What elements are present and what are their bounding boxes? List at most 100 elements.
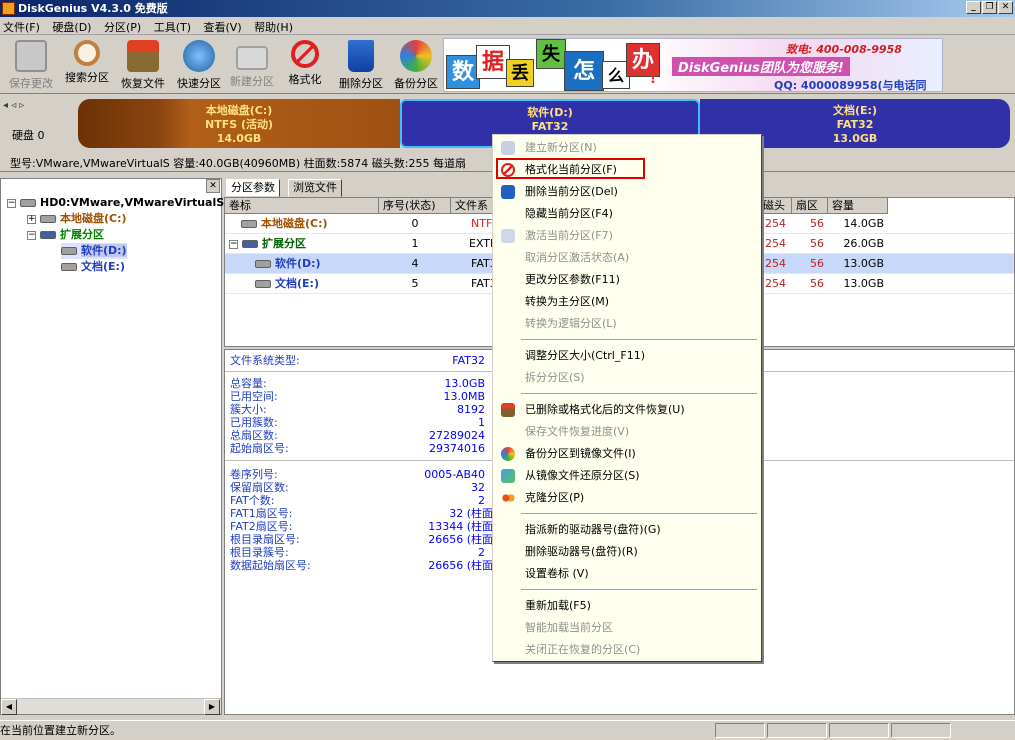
recover-box-icon	[501, 403, 515, 417]
format-button[interactable]: 格式化	[277, 40, 333, 92]
menu-item-convert-logical[interactable]: 转换为逻辑分区(L)	[495, 313, 759, 335]
menu-item-hide-partition[interactable]: 隐藏当前分区(F4)	[495, 203, 759, 225]
banner-char: 丢	[506, 59, 534, 87]
tree-item-extended[interactable]: − 扩展分区	[27, 227, 104, 243]
backup-partition-button[interactable]: 备份分区	[388, 40, 444, 92]
status-panel	[891, 723, 951, 738]
new-partition-button[interactable]: 新建分区	[224, 40, 280, 92]
quick-partition-button[interactable]: 快速分区	[171, 40, 227, 92]
banner-char: 据	[476, 45, 510, 79]
restore-button[interactable]: ❐	[982, 1, 997, 14]
save-changes-button[interactable]: 保存更改	[3, 40, 59, 92]
column-header-number[interactable]: 序号(状态)	[379, 198, 451, 214]
collapse-icon[interactable]: −	[7, 198, 16, 208]
banner-char: 怎	[564, 51, 604, 91]
tree-item-e[interactable]: 文档(E:)	[61, 259, 125, 275]
menu-item-split-partition[interactable]: 拆分分区(S)	[495, 367, 759, 389]
menu-separator	[521, 513, 757, 515]
ad-banner[interactable]: 数 据 丢 失 怎 么 办 ! DiskGenius团队为您服务! 致电: 40…	[443, 38, 943, 92]
minimize-button[interactable]: _	[966, 1, 981, 14]
delete-bin-icon	[348, 40, 374, 72]
tab-browse-files[interactable]: 浏览文件	[288, 179, 342, 197]
delete-partition-button[interactable]: 删除分区	[333, 40, 389, 92]
new-partition-icon	[236, 46, 268, 70]
new-partition-icon	[501, 141, 515, 155]
banner-team-text: DiskGenius团队为您服务!	[672, 57, 850, 76]
magnifier-icon	[74, 40, 100, 66]
scroll-left-icon[interactable]: ◀	[1, 699, 17, 715]
menu-view[interactable]: 查看(V)	[201, 17, 248, 35]
partition-icon	[40, 215, 56, 223]
menu-item-clone-partition[interactable]: 克隆分区(P)	[495, 487, 759, 509]
status-panel	[715, 723, 765, 738]
column-header-sectors[interactable]: 扇区	[792, 198, 828, 214]
status-text: 在当前位置建立新分区。	[0, 724, 121, 737]
menu-item-recover-files[interactable]: 已删除或格式化后的文件恢复(U)	[495, 399, 759, 421]
window-title: DiskGenius V4.3.0 免费版	[18, 2, 168, 15]
menu-item-delete-partition[interactable]: 删除当前分区(Del)	[495, 181, 759, 203]
expand-icon[interactable]: +	[27, 214, 36, 224]
recover-files-button[interactable]: 恢复文件	[115, 40, 171, 92]
partition-icon	[61, 247, 77, 255]
clone-icon	[501, 491, 515, 505]
column-header-heads[interactable]: 磁头	[759, 198, 792, 214]
banner-qq: QQ: 4000089958(与电话同号)	[774, 79, 927, 92]
menu-item-close-recovering[interactable]: 关闭正在恢复的分区(C)	[495, 639, 759, 661]
backup-icon	[400, 40, 432, 72]
column-header-label[interactable]: 卷标	[225, 198, 379, 214]
menu-item-change-params[interactable]: 更改分区参数(F11)	[495, 269, 759, 291]
tree-horizontal-scrollbar[interactable]: ◀ ▶	[1, 698, 221, 715]
menu-item-save-recovery-progress[interactable]: 保存文件恢复进度(V)	[495, 421, 759, 443]
column-header-capacity[interactable]: 容量	[828, 198, 888, 214]
disk-nav-arrows[interactable]: ◂ ◃ ▹	[3, 100, 73, 116]
menu-item-backup-to-image[interactable]: 备份分区到镜像文件(I)	[495, 443, 759, 465]
partition-block-c[interactable]: 本地磁盘(C:) NTFS (活动) 14.0GB	[78, 99, 400, 148]
title-bar: DiskGenius V4.3.0 免费版 _ ❐ ✕	[0, 0, 1015, 17]
tree-item-c[interactable]: + 本地磁盘(C:)	[27, 211, 127, 227]
menu-item-smart-load[interactable]: 智能加载当前分区	[495, 617, 759, 639]
menu-file[interactable]: 文件(F)	[0, 17, 46, 35]
menu-disk[interactable]: 硬盘(D)	[49, 17, 97, 35]
menu-separator	[521, 393, 757, 395]
partition-icon	[242, 240, 258, 248]
menu-item-activate-partition[interactable]: 激活当前分区(F7)	[495, 225, 759, 247]
banner-char: 失	[536, 39, 566, 69]
column-header-fs[interactable]: 文件系	[451, 198, 495, 214]
partition-icon	[255, 280, 271, 288]
activate-icon	[501, 229, 515, 243]
status-bar: 在当前位置建立新分区。	[0, 720, 1015, 739]
menu-item-new-partition[interactable]: 建立新分区(N)	[495, 137, 759, 159]
tree-item-hd0[interactable]: − HD0:VMware,VMwareVirtualS	[7, 195, 224, 211]
disk-label: 硬盘 0	[12, 129, 45, 142]
status-panel	[767, 723, 827, 738]
menu-item-deactivate-partition[interactable]: 取消分区激活状态(A)	[495, 247, 759, 269]
close-button[interactable]: ✕	[998, 1, 1013, 14]
menu-item-set-volume-label[interactable]: 设置卷标 (V)	[495, 563, 759, 585]
scroll-right-icon[interactable]: ▶	[204, 699, 220, 715]
recover-box-icon	[127, 40, 159, 72]
menu-item-reload[interactable]: 重新加载(F5)	[495, 595, 759, 617]
menu-item-assign-drive-letter[interactable]: 指派新的驱动器号(盘符)(G)	[495, 519, 759, 541]
banner-phone: 致电: 400-008-9958	[786, 43, 902, 56]
menu-item-restore-from-image[interactable]: 从镜像文件还原分区(S)	[495, 465, 759, 487]
tree-item-d[interactable]: 软件(D:)	[61, 243, 127, 259]
banner-char: !	[649, 71, 657, 87]
menu-item-convert-primary[interactable]: 转换为主分区(M)	[495, 291, 759, 313]
delete-bin-icon	[501, 185, 515, 199]
highlight-box	[496, 158, 645, 179]
menu-partition[interactable]: 分区(P)	[101, 17, 147, 35]
menu-separator	[521, 589, 757, 591]
banner-char: 数	[446, 55, 480, 89]
tab-partition-params[interactable]: 分区参数	[226, 179, 280, 197]
menu-help[interactable]: 帮助(H)	[251, 17, 299, 35]
menu-tools[interactable]: 工具(T)	[151, 17, 197, 35]
collapse-icon[interactable]: −	[27, 230, 36, 240]
menu-item-resize-partition[interactable]: 调整分区大小(Ctrl_F11)	[495, 345, 759, 367]
close-icon[interactable]: ✕	[206, 179, 220, 193]
save-icon	[15, 40, 47, 72]
search-partition-button[interactable]: 搜索分区	[59, 40, 115, 92]
partition-icon	[40, 231, 56, 239]
menu-item-remove-drive-letter[interactable]: 删除驱动器号(盘符)(R)	[495, 541, 759, 563]
collapse-icon[interactable]: −	[229, 239, 238, 249]
context-menu: 建立新分区(N) 格式化当前分区(F) 删除当前分区(Del) 隐藏当前分区(F…	[492, 134, 762, 662]
